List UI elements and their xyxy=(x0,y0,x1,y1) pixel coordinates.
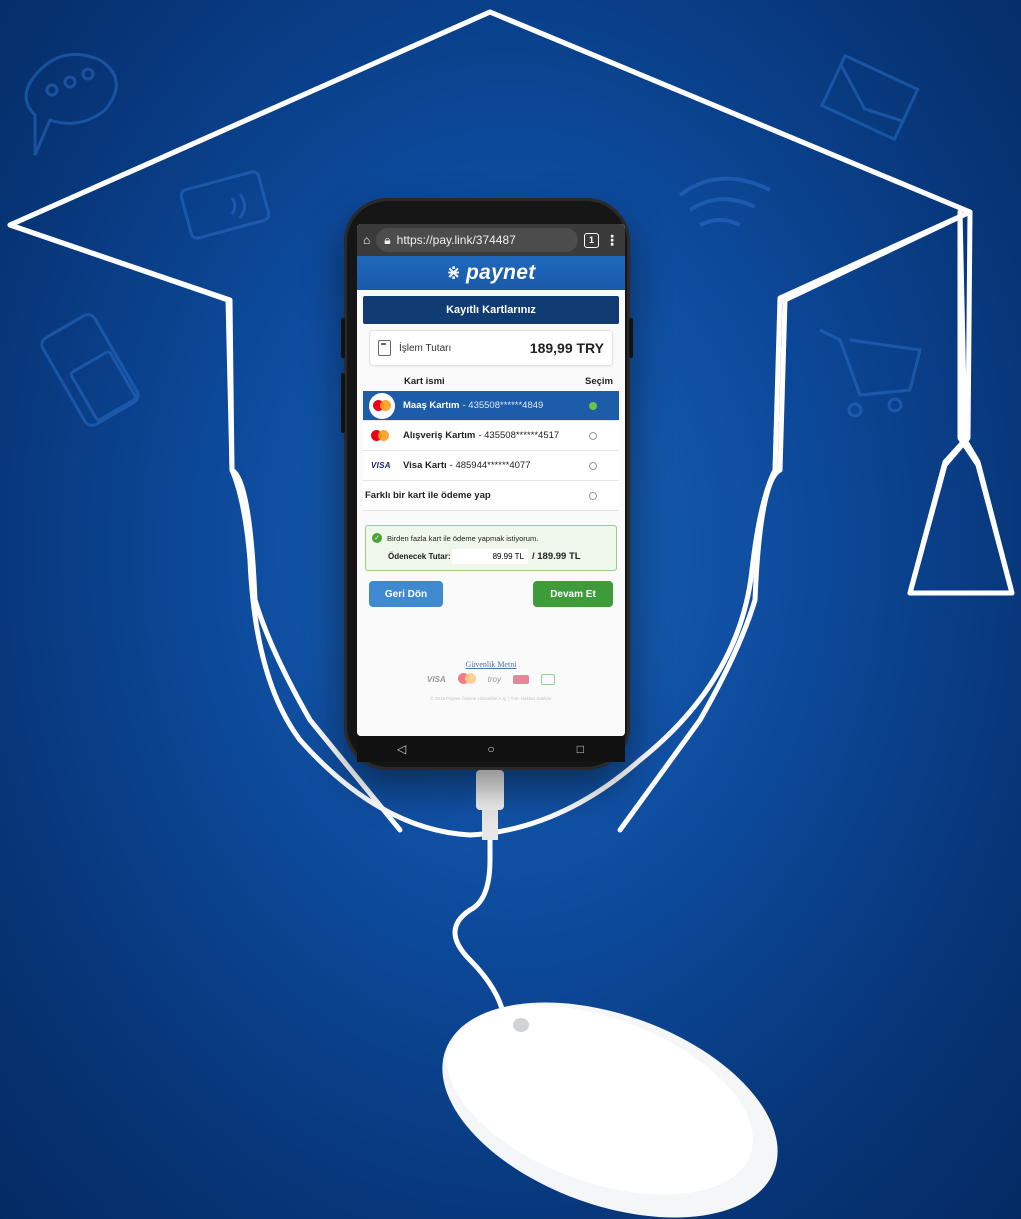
split-checkbox-label: Birden fazla kart ile ödeme yapmak istiy… xyxy=(387,533,539,543)
radio-unselected[interactable] xyxy=(589,431,597,440)
mastercard-icon xyxy=(371,430,397,441)
home-nav-icon[interactable]: ○ xyxy=(466,742,516,756)
android-nav-bar: ◁ ○ □ xyxy=(357,736,625,762)
brand-name: paynet xyxy=(466,261,536,284)
card-row-alisveris[interactable]: Alışveriş Kartım - 435508******4517 xyxy=(363,421,619,451)
url-field[interactable]: 🔒︎ https://pay.link/374487 xyxy=(376,228,578,252)
card-row-maas[interactable]: Maaş Kartım - 435508******4849 xyxy=(363,391,619,421)
card-name: Alışveriş Kartım xyxy=(403,430,476,441)
browser-bar: ⌂ 🔒︎ https://pay.link/374487 1 ⋮ xyxy=(357,224,625,256)
page-footer: Güvenlik Metni VISA troy © 2019 Paynet Ö… xyxy=(357,660,625,702)
brand-header: ⋇ paynet xyxy=(357,256,625,290)
mastercard-logo xyxy=(457,673,476,686)
copyright-text: © 2019 Paynet Ödeme Hizmetleri A.Ş. | Tü… xyxy=(430,696,552,701)
paynet-logo-icon: ⋇ xyxy=(446,263,462,282)
envelope-icon xyxy=(819,53,920,142)
card-number: - 435508******4517 xyxy=(478,430,560,441)
column-selection: Seçim xyxy=(585,376,613,387)
contactless-card-icon xyxy=(179,170,271,240)
card-name: Visa Kartı xyxy=(403,460,447,471)
other-card-label: Farklı bir kart ile ödeme yap xyxy=(365,490,491,501)
card-row-other[interactable]: Farklı bir kart ile ödeme yap xyxy=(363,481,619,511)
column-card-name: Kart ismi xyxy=(404,376,445,387)
split-amount-row: Ödenecek Tutar: 89.99 TL / 189.99 TL xyxy=(372,549,610,564)
home-icon[interactable]: ⌂ xyxy=(363,233,370,247)
payment-content: Kayıtlı Kartlarınız İşlem Tutarı 189,99 … xyxy=(357,290,625,736)
card-number: - 435508******4849 xyxy=(462,400,544,411)
computer-mouse xyxy=(442,1002,778,1218)
wifi-icon xyxy=(678,176,771,227)
split-payment-checkbox[interactable]: ✓ Birden fazla kart ile ödeme yapmak ist… xyxy=(372,533,610,543)
shopping-cart-icon xyxy=(819,328,922,418)
transaction-amount-card: İşlem Tutarı 189,99 TRY xyxy=(369,330,613,366)
split-amount-label: Ödenecek Tutar: xyxy=(388,552,451,561)
radio-selected[interactable] xyxy=(589,401,597,410)
chat-bubble-icon xyxy=(24,52,118,156)
mastercard-icon xyxy=(369,392,395,419)
back-button[interactable]: Geri Dön xyxy=(369,581,443,607)
card-name: Maaş Kartım xyxy=(403,400,460,411)
lock-icon: 🔒︎ xyxy=(384,232,391,247)
tab-switcher-button[interactable]: 1 xyxy=(584,232,599,248)
section-title: Kayıtlı Kartlarınız xyxy=(363,296,619,324)
visa-logo: VISA xyxy=(426,675,446,684)
amount-value: 189,99 TRY xyxy=(529,340,604,356)
troy-logo: troy xyxy=(487,675,501,684)
action-buttons: Geri Dön Devam Et xyxy=(369,581,613,607)
radio-unselected[interactable] xyxy=(589,491,597,500)
back-nav-icon[interactable]: ◁ xyxy=(377,742,427,756)
payment-logos: VISA troy xyxy=(357,673,625,686)
security-link[interactable]: Güvenlik Metni xyxy=(357,660,625,669)
calculator-icon xyxy=(378,340,391,356)
card-number: - 485944******4077 xyxy=(449,460,531,471)
check-icon: ✓ xyxy=(372,533,382,543)
browser-menu-icon[interactable]: ⋮ xyxy=(605,232,619,249)
phone-screen: ⌂ 🔒︎ https://pay.link/374487 1 ⋮ ⋇ payne… xyxy=(357,224,625,736)
secure-badge-icon xyxy=(513,675,529,684)
card-row-visa[interactable]: VISA Visa Kartı - 485944******4077 xyxy=(363,451,619,481)
split-total: / 189.99 TL xyxy=(532,551,581,562)
url-text: https://pay.link/374487 xyxy=(396,233,516,247)
split-payment-box: ✓ Birden fazla kart ile ödeme yapmak ist… xyxy=(365,525,617,571)
continue-button[interactable]: Devam Et xyxy=(533,581,613,607)
split-amount-input[interactable]: 89.99 TL xyxy=(452,549,528,564)
visa-icon: VISA xyxy=(371,461,391,470)
verified-badge-icon xyxy=(541,674,555,685)
pos-terminal-icon xyxy=(40,313,140,427)
recents-nav-icon[interactable]: □ xyxy=(555,742,605,756)
card-table-header: Kart ismi Seçim xyxy=(363,366,619,391)
radio-unselected[interactable] xyxy=(589,461,597,470)
amount-label: İşlem Tutarı xyxy=(399,342,452,354)
